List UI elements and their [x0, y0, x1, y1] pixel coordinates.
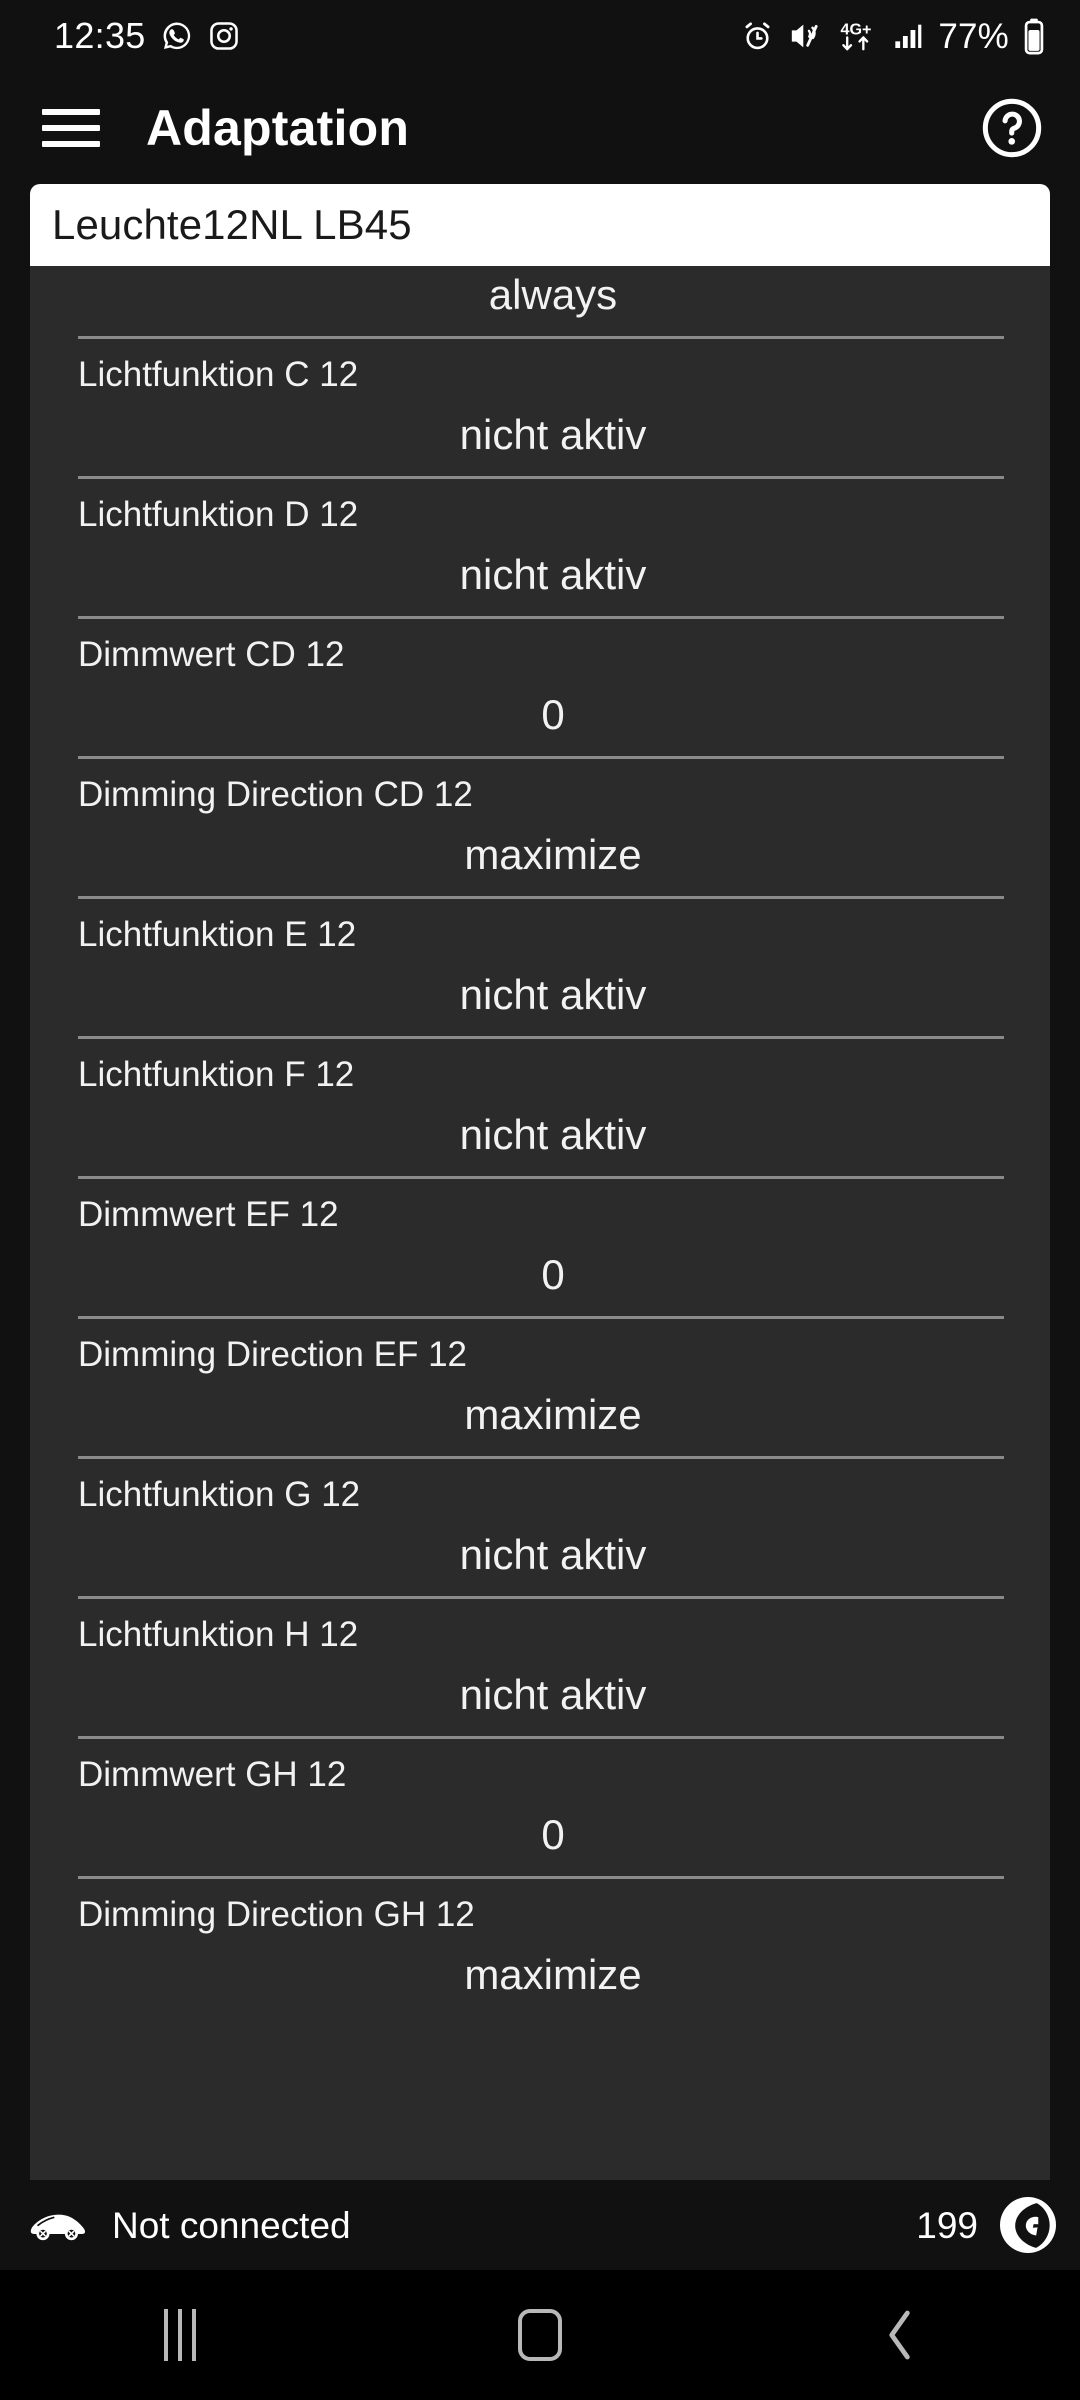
status-bar-right: 4G+ 77%	[741, 17, 1046, 55]
app-logo-icon[interactable]	[1000, 2197, 1056, 2253]
recents-line	[192, 2309, 196, 2361]
list-item-label: Lichtfunktion H 12	[78, 1615, 359, 1654]
mute-vibrate-icon	[787, 19, 821, 53]
list-item[interactable]: Dimming Direction GH 12 maximize	[30, 1879, 1050, 2016]
list-item-label: Dimmwert GH 12	[78, 1755, 347, 1794]
item-counter: 199	[916, 2204, 978, 2246]
recents-glyph	[164, 2309, 196, 2361]
battery-percent-label: 77%	[938, 16, 1009, 56]
status-bar-left: 12:35	[54, 18, 240, 54]
list-item-value: nicht aktiv	[459, 411, 647, 458]
hamburger-menu-icon[interactable]	[42, 106, 100, 150]
list-item[interactable]: Lichtfunktion G 12 nicht aktiv	[30, 1459, 1050, 1596]
system-status-bar: 12:35 4G+ 77%	[0, 0, 1080, 72]
list-item[interactable]: Lichtfunktion F 12 nicht aktiv	[30, 1039, 1050, 1176]
back-glyph	[889, 2310, 910, 2360]
list-item-value: nicht aktiv	[459, 971, 647, 1018]
connection-status-bar: Not connected 199	[0, 2180, 1080, 2270]
list-item-value: 0	[541, 1251, 565, 1298]
svg-text:4G+: 4G+	[841, 21, 872, 39]
signal-bars-icon	[891, 20, 925, 52]
list-item-label: Dimmwert CD 12	[78, 635, 345, 674]
phone-screen: 12:35 4G+ 77% Adaptation Leuchte12NL LB4…	[0, 0, 1080, 2400]
list-item-value: 0	[541, 1811, 565, 1858]
recents-line	[164, 2309, 168, 2361]
list-item-value: always	[488, 271, 618, 318]
list-item-value: nicht aktiv	[459, 1111, 647, 1158]
android-navigation-bar	[0, 2270, 1080, 2400]
home-icon[interactable]	[360, 2309, 720, 2361]
bottom-bar-right: 199	[916, 2197, 1056, 2253]
hamburger-line	[42, 125, 100, 131]
list-item-value: nicht aktiv	[459, 1531, 647, 1578]
list-item[interactable]: Dimming Direction EF 12 maximize	[30, 1319, 1050, 1456]
list-item[interactable]: Dimmwert EF 12 0	[30, 1179, 1050, 1316]
car-icon	[26, 2206, 90, 2244]
list-item-label: Dimmwert EF 12	[78, 1195, 339, 1234]
list-item-label: Lichtfunktion C 12	[78, 355, 359, 394]
device-name-field[interactable]: Leuchte12NL LB45	[30, 184, 1050, 266]
list-item-label: Dimming Direction CD 12	[78, 775, 473, 814]
list-item-value: maximize	[464, 1951, 642, 1998]
recents-line	[178, 2309, 182, 2361]
list-item-label: Lichtfunktion E 12	[78, 915, 357, 954]
hamburger-line	[42, 109, 100, 115]
list-item[interactable]: Lichtfunktion C 12 nicht aktiv	[30, 339, 1050, 476]
list-item[interactable]: Lichtfunktion E 12 nicht aktiv	[30, 899, 1050, 1036]
content-card: Leuchte12NL LB45 always Lichtfunktion C 1…	[0, 184, 1080, 2180]
list-item-label: Lichtfunktion G 12	[78, 1475, 361, 1514]
mobile-data-icon: 4G+	[834, 18, 878, 54]
hamburger-line	[42, 141, 100, 147]
recents-icon[interactable]	[0, 2309, 360, 2361]
status-bar-clock: 12:35	[54, 15, 146, 56]
home-glyph	[518, 2309, 562, 2361]
help-circle-icon[interactable]	[980, 96, 1044, 160]
list-item[interactable]: Lichtfunktion D 12 nicht aktiv	[30, 479, 1050, 616]
list-item-value: maximize	[464, 831, 642, 878]
list-item[interactable]: Dimming Direction CD 12 maximize	[30, 759, 1050, 896]
list-item-value: nicht aktiv	[459, 1671, 647, 1718]
list-item[interactable]: always	[30, 266, 1050, 336]
list-item[interactable]: Dimmwert GH 12 0	[30, 1739, 1050, 1876]
app-header-bar: Adaptation	[0, 72, 1080, 184]
back-icon[interactable]	[720, 2307, 1080, 2363]
instagram-icon	[208, 20, 240, 52]
connection-status-group[interactable]: Not connected	[26, 2206, 351, 2244]
list-item-value: maximize	[464, 1391, 642, 1438]
list-item-label: Dimming Direction GH 12	[78, 1895, 475, 1934]
adaptation-list[interactable]: always Lichtfunktion C 12 nicht aktiv Licht…	[30, 266, 1050, 2180]
device-name-value: Leuchte12NL LB45	[52, 201, 412, 248]
list-item-value: nicht aktiv	[459, 551, 647, 598]
list-item[interactable]: Dimmwert CD 12 0	[30, 619, 1050, 756]
list-item-label: Lichtfunktion F 12	[78, 1055, 355, 1094]
alarm-icon	[741, 20, 774, 53]
list-item[interactable]: Lichtfunktion H 12 nicht aktiv	[30, 1599, 1050, 1736]
list-item-value: 0	[541, 691, 565, 738]
connection-status-label: Not connected	[112, 2204, 351, 2246]
battery-icon	[1022, 17, 1046, 55]
page-title: Adaptation	[146, 100, 410, 156]
whatsapp-icon	[160, 19, 194, 53]
list-item-label: Dimming Direction EF 12	[78, 1335, 467, 1374]
list-item-label: Lichtfunktion D 12	[78, 495, 359, 534]
